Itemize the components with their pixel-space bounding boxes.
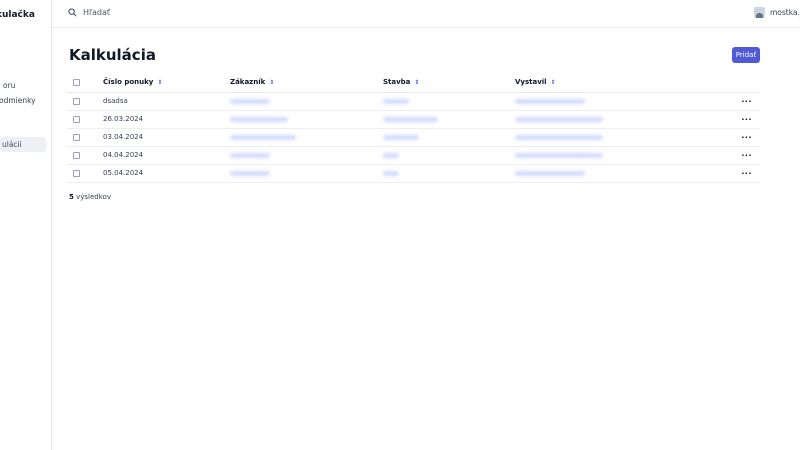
redacted-issuer [515,116,603,122]
user-menu[interactable]: mostka.je [754,7,800,18]
result-count: 5 výsledkov [69,193,111,201]
table-row[interactable]: dsadsa ··· [67,92,760,111]
add-button[interactable]: Pridať [732,47,760,63]
more-actions-icon[interactable]: ··· [741,133,752,142]
search-placeholder: Hľadať [83,8,111,17]
sidebar-item-2[interactable]: odmienky [0,96,36,105]
sort-icon: ⇕ [157,78,163,86]
more-actions-icon[interactable]: ··· [741,151,752,160]
avatar [754,7,765,18]
search-icon [68,8,77,17]
redacted-customer [230,152,270,158]
sort-icon: ⇕ [414,78,420,86]
offer-number: 26.03.2024 [103,110,230,129]
table-header-row: Číslo ponuky ⇕ Zákazník ⇕ Stavba ⇕ Vystavil… [67,73,760,93]
redacted-building [383,116,438,122]
redacted-customer [230,170,270,176]
table-row[interactable]: 26.03.2024 ··· [67,110,760,129]
table-row[interactable]: 05.04.2024 ··· [67,164,760,183]
column-header-issuer[interactable]: Vystavil ⇕ [515,73,670,93]
sidebar-item-label: ulácii [2,140,22,149]
redacted-building [383,152,399,158]
redacted-issuer [515,152,603,158]
redacted-building [383,134,419,140]
page-title: Kalkulácia [69,46,156,64]
row-checkbox[interactable] [73,133,80,141]
sort-icon: ⇕ [550,78,556,86]
result-count-number: 5 [69,193,74,201]
redacted-customer [230,98,270,104]
result-count-label: výsledkov [76,193,111,201]
redacted-customer [230,116,288,122]
redacted-issuer [515,170,585,176]
offer-number: 04.04.2024 [103,146,230,165]
user-name: mostka.je [770,8,800,17]
select-all-checkbox[interactable] [73,78,80,86]
app-brand: kulačka [0,10,35,20]
offer-number: dsadsa [103,92,230,111]
redacted-building [383,170,399,176]
sort-icon: ⇕ [269,78,275,86]
row-checkbox[interactable] [73,97,80,105]
row-checkbox[interactable] [73,169,80,177]
row-checkbox[interactable] [73,115,80,123]
redacted-building [383,98,409,104]
offer-number: 03.04.2024 [103,128,230,147]
more-actions-icon[interactable]: ··· [741,115,752,124]
more-actions-icon[interactable]: ··· [741,169,752,178]
table-row[interactable]: 03.04.2024 ··· [67,128,760,147]
redacted-customer [230,134,296,140]
redacted-issuer [515,98,585,104]
search-input[interactable]: Hľadať [68,8,110,17]
topbar: Hľadať mostka.je [52,0,800,28]
offer-number: 05.04.2024 [103,164,230,183]
sidebar-item-3[interactable]: ulácii [0,137,46,152]
sidebar-item-1[interactable]: oru [3,81,15,90]
calculations-table: Číslo ponuky ⇕ Zákazník ⇕ Stavba ⇕ Vystavil… [67,73,760,183]
redacted-issuer [515,134,603,140]
column-header-offer[interactable]: Číslo ponuky ⇕ [103,73,230,93]
row-checkbox[interactable] [73,151,80,159]
more-actions-icon[interactable]: ··· [741,97,752,106]
column-header-customer[interactable]: Zákazník ⇕ [230,73,383,93]
column-header-building[interactable]: Stavba ⇕ [383,73,515,93]
table-row[interactable]: 04.04.2024 ··· [67,146,760,165]
sidebar: kulačka oru odmienky ulácii [0,0,52,450]
